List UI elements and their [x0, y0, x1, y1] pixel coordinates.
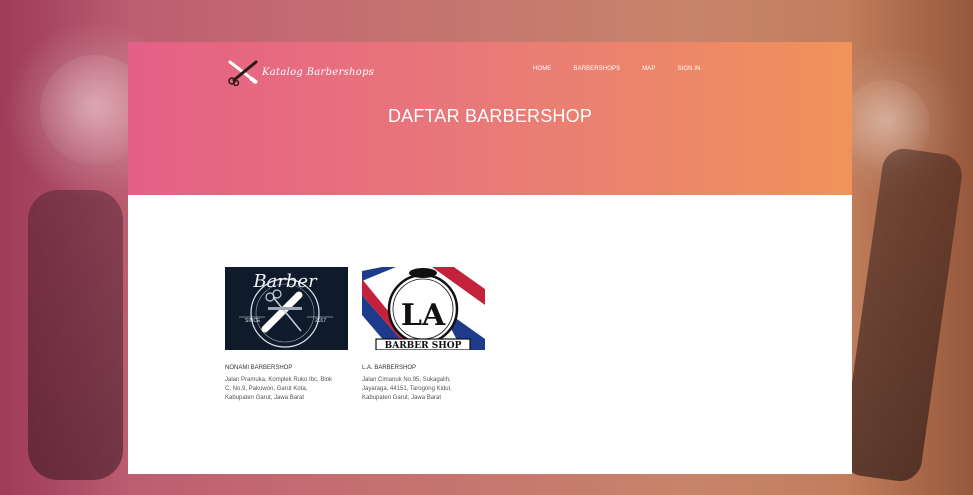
card-image-banner: BARBER SHOP [385, 341, 462, 350]
main-container: Katalog Barbershops HOME BARBERSHOPS MAP… [128, 42, 852, 474]
barbershop-card[interactable]: LA BARBER SHOP L.A. BARBERSHOP Jalan Cim… [362, 267, 485, 403]
barbershop-list: Barber SINCE 2017 NONAMI BARBERSHOP Jala… [225, 267, 485, 403]
nav-sign-in[interactable]: SIGN IN [678, 66, 701, 72]
header: Katalog Barbershops HOME BARBERSHOPS MAP… [128, 42, 852, 195]
crossed-razor-scissors-icon [228, 60, 258, 86]
brand-logo[interactable]: Katalog Barbershops [226, 58, 374, 86]
card-image-title: LA [401, 298, 446, 333]
card-image-since: SINCE [245, 318, 261, 324]
barbershop-card[interactable]: Barber SINCE 2017 NONAMI BARBERSHOP Jala… [225, 267, 348, 403]
card-image-year: 2017 [315, 318, 326, 324]
card-image-title: Barber [252, 271, 318, 292]
main-nav: HOME BARBERSHOPS MAP SIGN IN [533, 66, 723, 72]
barbershop-image-nonami[interactable]: Barber SINCE 2017 [225, 267, 348, 350]
page-title: DAFTAR BARBERSHOP [387, 106, 593, 126]
nav-home[interactable]: HOME [533, 66, 551, 72]
nav-map[interactable]: MAP [642, 66, 655, 72]
nav-barbershops[interactable]: BARBERSHOPS [573, 66, 620, 72]
barbershop-address: Jalan Cimanuk No.95, Sukagalih, Jayaraga… [362, 377, 452, 401]
barbershop-name[interactable]: L.A. BARBERSHOP [362, 365, 485, 371]
background-object-left [28, 190, 123, 480]
barbershop-address: Jalan Pramuka, Komplek Ruko Ibc, Blok C,… [225, 377, 333, 401]
brand-name: Katalog Barbershops [262, 66, 375, 78]
barbershop-name[interactable]: NONAMI BARBERSHOP [225, 365, 348, 371]
barbershop-image-la[interactable]: LA BARBER SHOP [362, 267, 485, 350]
